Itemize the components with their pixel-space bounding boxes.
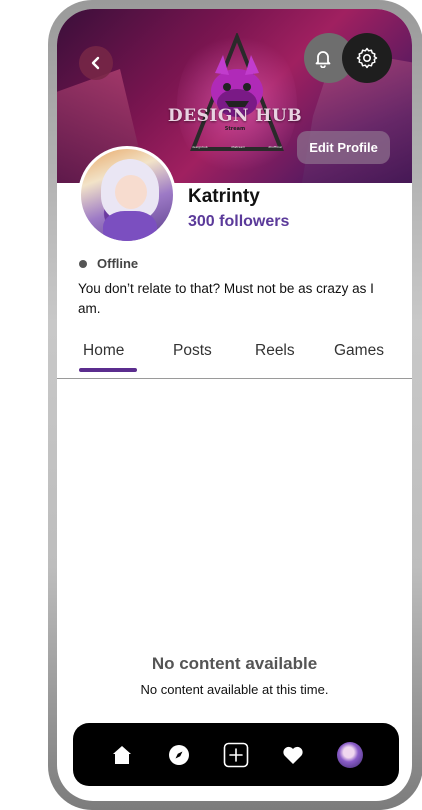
edit-profile-button[interactable]: Edit Profile — [297, 131, 390, 164]
status-dot-icon — [79, 259, 87, 268]
profile-bio: You don’t relate to that? Must not be as… — [78, 281, 374, 316]
banner-tags: designhub dhstream dhofficial — [192, 145, 282, 149]
profile-tabs: Home Posts Reels Games — [57, 342, 412, 379]
bell-icon — [315, 51, 331, 68]
empty-state-subtitle: No content available at this time. — [140, 682, 329, 697]
profile-avatar-icon — [337, 741, 364, 768]
active-tab-indicator — [79, 368, 137, 372]
banner-tag: dhofficial — [268, 145, 282, 149]
home-icon — [112, 745, 131, 764]
nav-add[interactable] — [222, 741, 250, 769]
banner-subtitle: Stream — [224, 126, 246, 132]
followers-count[interactable]: 300 followers — [188, 213, 289, 231]
tab-games[interactable]: Games — [334, 342, 384, 360]
empty-state-title: No content available — [151, 654, 318, 673]
nav-profile[interactable] — [336, 741, 364, 769]
banner-tag: designhub — [192, 145, 208, 149]
profile-avatar[interactable] — [78, 146, 176, 244]
settings-button[interactable] — [342, 33, 392, 83]
back-button[interactable] — [79, 46, 113, 80]
banner-title: DESIGN HUB — [167, 106, 303, 126]
design-hub-logo — [190, 33, 284, 151]
heart-icon — [283, 746, 303, 764]
tab-posts[interactable]: Posts — [173, 342, 212, 360]
nav-home[interactable] — [108, 741, 136, 769]
profile-screen: DESIGN HUB Stream designhub dhstream dho… — [57, 9, 412, 801]
gear-icon — [356, 47, 378, 69]
bottom-nav — [73, 723, 399, 786]
nav-explore[interactable] — [165, 741, 193, 769]
add-square-icon — [223, 742, 249, 767]
nav-likes[interactable] — [279, 741, 307, 769]
profile-name: Katrinty — [188, 186, 260, 207]
banner-tag: dhstream — [230, 145, 246, 149]
status-text: Offline — [97, 256, 139, 271]
chevron-left-icon — [91, 56, 100, 70]
tab-home[interactable]: Home — [83, 342, 124, 360]
compass-icon — [168, 744, 189, 765]
tab-reels[interactable]: Reels — [255, 342, 295, 360]
status-row: Offline — [79, 256, 138, 271]
